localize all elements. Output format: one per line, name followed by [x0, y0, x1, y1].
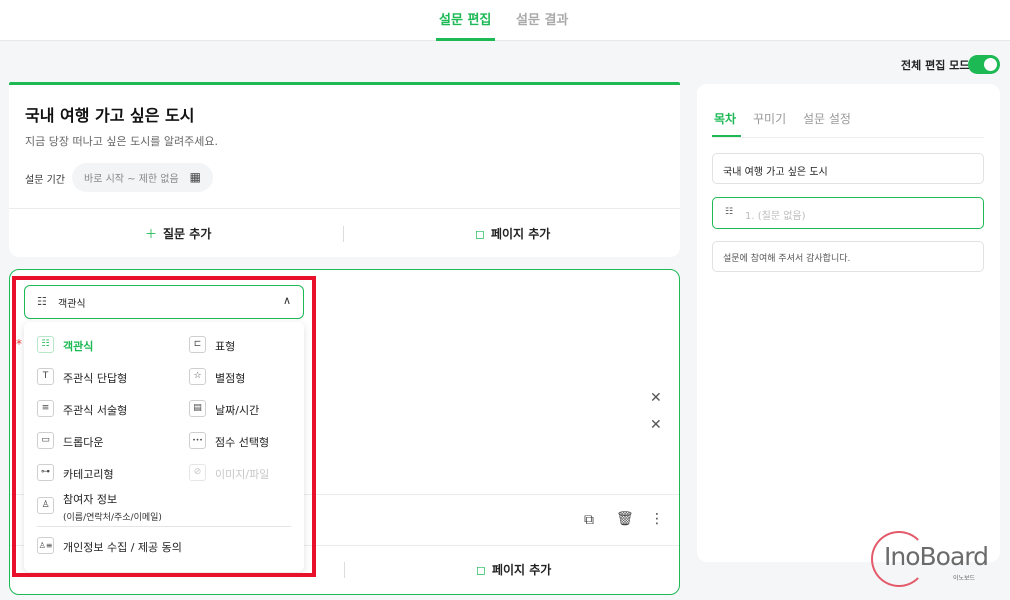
table-icon: ⊏	[189, 336, 206, 353]
dots-icon: •••	[189, 432, 206, 449]
side-tab-indicator	[712, 135, 741, 137]
edit-mode-toggle[interactable]	[968, 55, 1000, 74]
add-page-button[interactable]: ◻ 페이지 추가	[475, 225, 550, 242]
question-type-menu: ☷ 객관식 ⊏ 표형 T 주관식 단답형 ☆ 별점형 ≡ 주관식 서술형 ▤ 날…	[24, 322, 304, 572]
attachment-icon: ⊘	[189, 464, 206, 481]
type-option-label: 별점형	[215, 372, 246, 385]
chevron-up-icon: ∧	[282, 294, 291, 307]
add-page-label: 페이지 추가	[491, 563, 552, 577]
add-question-label: 질문 추가	[163, 227, 212, 241]
type-option-label: 드롭다운	[63, 436, 104, 449]
side-tab-settings[interactable]: 설문 설정	[803, 110, 851, 127]
edit-mode-label: 전체 편집 모드	[901, 59, 970, 72]
type-option-label: 날짜/시간	[215, 404, 260, 417]
type-option-label: 참여자 정보	[63, 493, 118, 506]
required-mark: *	[16, 337, 22, 351]
list-check-icon: ☷	[37, 336, 54, 353]
type-option-label: 이미지/파일	[215, 468, 270, 481]
list-check-icon: ☷	[725, 207, 734, 217]
type-option-label: 표형	[215, 340, 236, 353]
list-check-icon: ☷	[37, 295, 47, 308]
paragraph-icon: ≡	[37, 400, 54, 417]
tab-survey-edit[interactable]: 설문 편집	[439, 9, 491, 28]
survey-period-picker[interactable]: 바로 시작 ~ 제한 없음 ▦	[72, 163, 213, 192]
page-icon: ◻	[475, 227, 485, 241]
type-option-label: 객관식	[63, 340, 94, 353]
type-option-label: 주관식 서술형	[63, 404, 128, 417]
add-question-button[interactable]: ＋ 질문 추가	[145, 225, 211, 242]
text-icon: T	[37, 368, 54, 385]
calendar-icon: ▤	[189, 400, 206, 417]
page-icon: ◻	[476, 563, 486, 577]
remove-option-2-icon[interactable]: ✕	[650, 417, 662, 433]
logo-subtext: 이노보드	[953, 575, 976, 582]
type-option-label: 주관식 단답형	[63, 372, 128, 385]
question-type-select[interactable]: ☷ 객관식 ∧	[24, 285, 304, 319]
survey-description[interactable]: 지금 당장 떠나고 싶은 도시를 알려주세요.	[25, 133, 218, 149]
menu-divider	[37, 526, 291, 527]
side-panel: 목차 꾸미기 설문 설정 국내 여행 가고 싶은 도시 ☷ 1. (질문 없음)…	[697, 84, 1000, 562]
toc-question-label: 1. (질문 없음)	[745, 211, 806, 222]
person-icon: ♙	[37, 497, 54, 514]
survey-period-label: 설문 기간	[25, 175, 65, 186]
active-tab-indicator	[436, 38, 495, 41]
top-tab-bar: 설문 편집 설문 결과	[0, 0, 1010, 41]
plus-icon: ＋	[145, 227, 158, 241]
type-option-label: 개인정보 수집 / 제공 동의	[63, 541, 182, 554]
copy-icon[interactable]: ⧉	[584, 512, 594, 528]
survey-period-value: 바로 시작 ~ 제한 없음	[84, 174, 179, 185]
consent-icon: ♙≡	[37, 537, 54, 554]
toc-question-1[interactable]: ☷ 1. (질문 없음)	[712, 197, 984, 229]
side-tab-line	[712, 137, 984, 138]
category-icon: ⊶	[37, 464, 54, 481]
inoboard-logo: InoBoard 이노보드	[871, 531, 989, 587]
logo-text: InoBoard	[884, 542, 989, 571]
action-separator	[344, 562, 345, 578]
side-tab-decorate[interactable]: 꾸미기	[753, 110, 786, 127]
more-vertical-icon[interactable]: ⋮	[650, 511, 664, 527]
type-option-label: 카테고리형	[63, 468, 114, 481]
selected-type-label: 객관식	[58, 299, 86, 310]
action-separator	[343, 226, 344, 242]
trash-icon[interactable]: 🗑	[616, 511, 634, 527]
add-page-button-bottom[interactable]: ◻ 페이지 추가	[476, 561, 551, 578]
type-option-sublabel: (이름/연락처/주소/이메일)	[63, 513, 162, 523]
tab-survey-results[interactable]: 설문 결과	[516, 9, 568, 28]
calendar-edit-icon: ▦	[189, 170, 201, 184]
type-option-label: 점수 선택형	[215, 436, 270, 449]
survey-header-card: 국내 여행 가고 싶은 도시 지금 당장 떠나고 싶은 도시를 알려주세요. 설…	[9, 82, 680, 257]
remove-option-1-icon[interactable]: ✕	[650, 390, 662, 406]
side-tab-toc[interactable]: 목차	[714, 110, 736, 127]
card-divider	[9, 208, 680, 209]
toc-end-message[interactable]: 설문에 참여해 주셔서 감사합니다.	[712, 241, 984, 272]
survey-title[interactable]: 국내 여행 가고 싶은 도시	[25, 102, 194, 126]
dropdown-icon: ▭	[37, 432, 54, 449]
add-page-label: 페이지 추가	[490, 227, 551, 241]
toggle-knob	[984, 58, 997, 71]
toc-survey-title[interactable]: 국내 여행 가고 싶은 도시	[712, 153, 984, 184]
star-icon: ☆	[189, 368, 206, 385]
